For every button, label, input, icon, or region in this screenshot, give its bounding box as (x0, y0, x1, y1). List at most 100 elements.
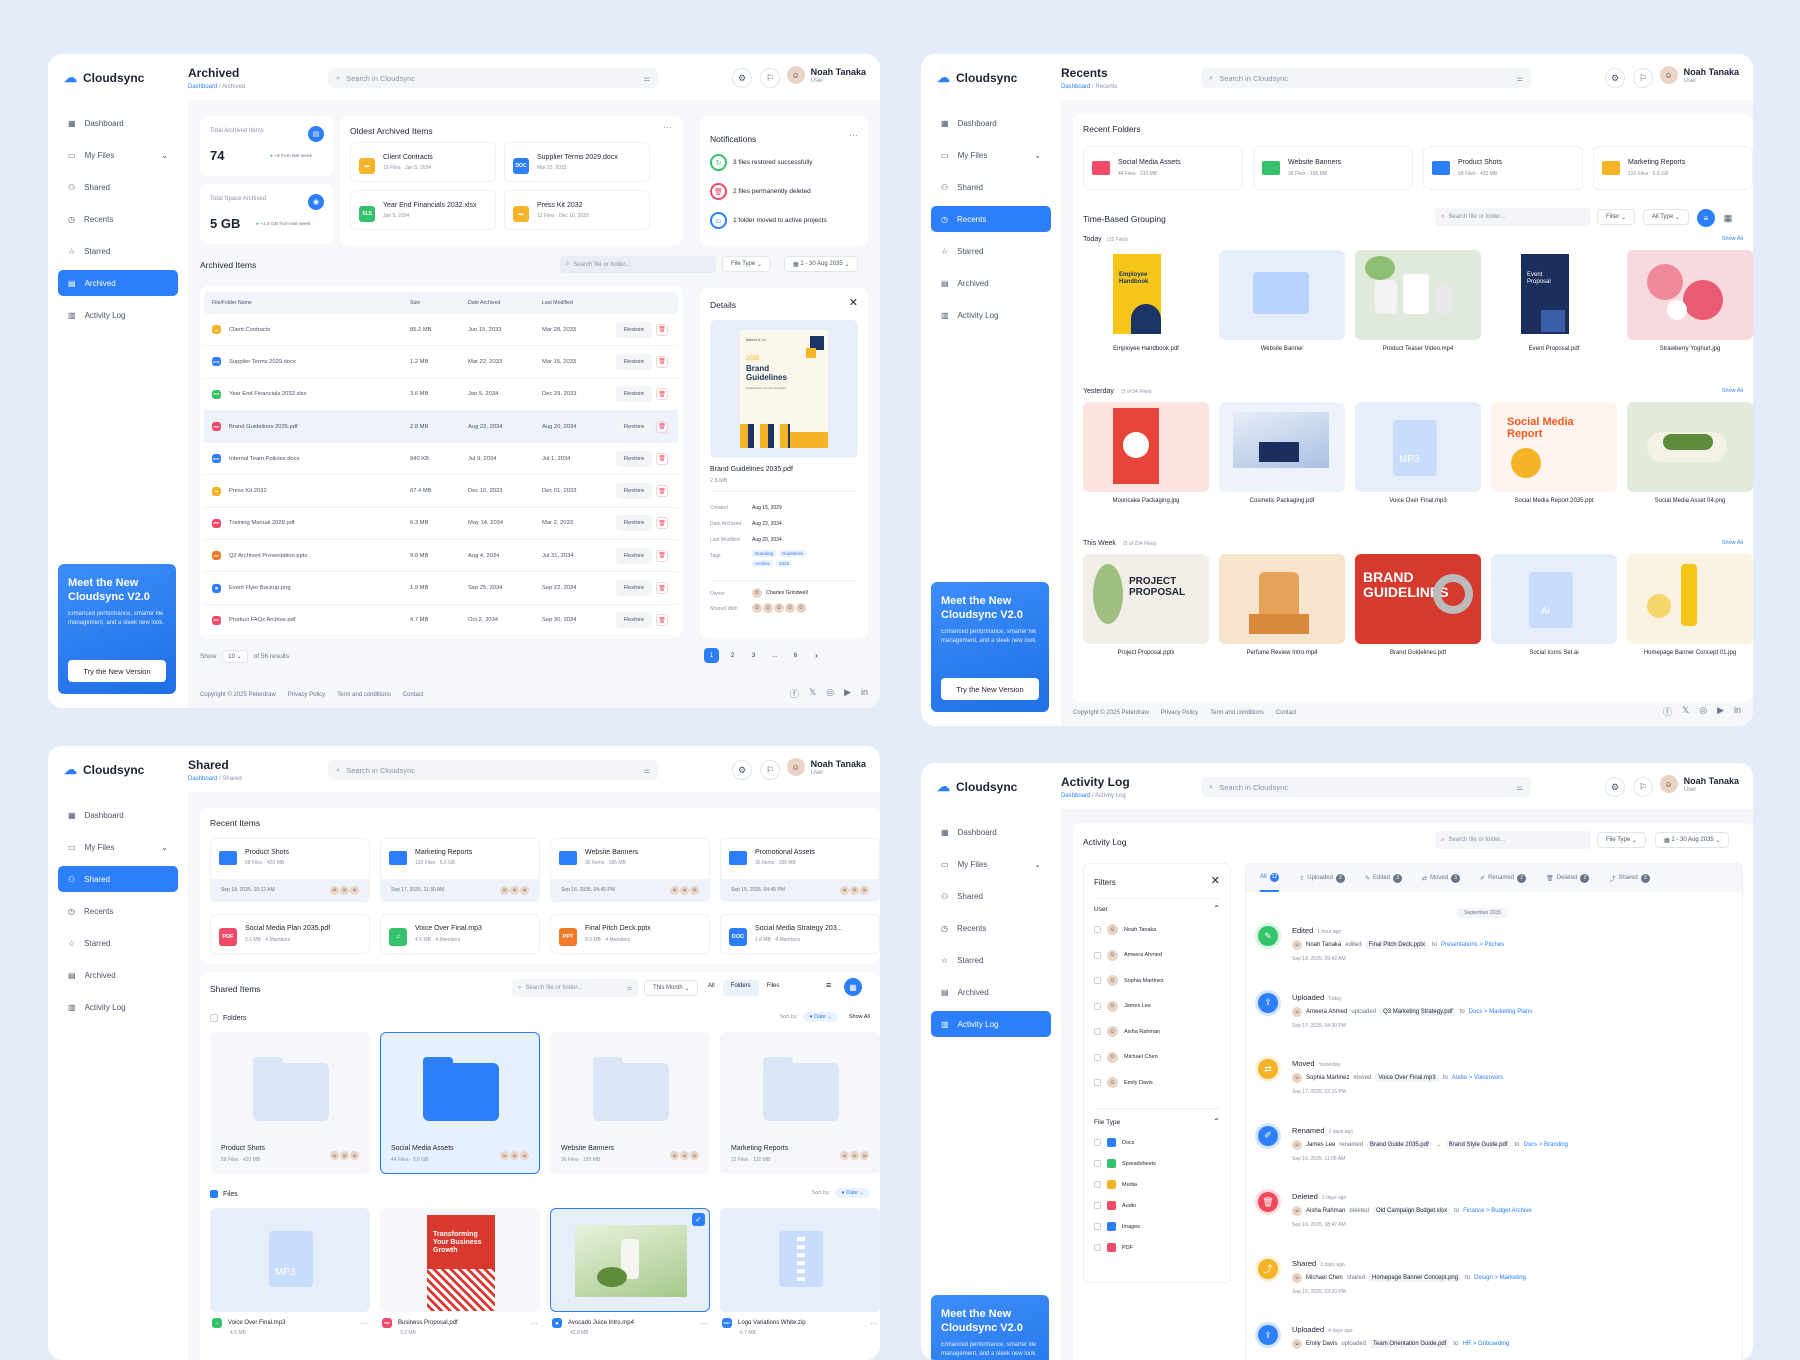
more-icon[interactable]: ··· (530, 1319, 538, 1328)
checkbox[interactable] (1094, 926, 1101, 933)
page-size-select[interactable]: 10 ⌄ (222, 650, 248, 663)
tag[interactable]: Guidelines (779, 550, 807, 557)
nav-my-files[interactable]: ▭ My Files ⌄ (931, 142, 1051, 168)
tag[interactable]: 2029 (776, 560, 793, 567)
nav-my-files[interactable]: ▭ My Files ⌄ (58, 834, 178, 860)
nav-starred[interactable]: ☆ Starred (931, 947, 1051, 973)
show-all-link[interactable]: Show All (1722, 236, 1743, 242)
sliders-icon[interactable]: ⚌ (1516, 74, 1523, 83)
user-filter-option[interactable]: ☺ James Lee (1094, 1000, 1151, 1012)
checkbox[interactable] (1094, 1053, 1101, 1061)
tab-edited[interactable]: ✎ Edited 3 (1365, 873, 1402, 883)
user-profile[interactable]: ☺ Noah Tanaka User (1659, 775, 1739, 793)
notification-item[interactable]: ▭ 1 folder moved to active projects (710, 212, 827, 229)
recent-folder-card[interactable]: Product Shots 58 Files · 420 MB Sep 18, 20… (210, 838, 370, 902)
oldest-item[interactable]: ▬ Client Contracts 19 Files · Jan 5, 2034 (350, 142, 496, 182)
filter-dropdown[interactable]: Filter ⌄ (1597, 209, 1636, 225)
x-icon[interactable]: 𝕏 (1682, 705, 1689, 718)
nav-shared[interactable]: ⚇ Shared (58, 174, 178, 200)
recent-file-card[interactable]: ♫ Voice Over Final.mp3 4.5 MB · 4 Members (380, 914, 540, 954)
table-row[interactable]: ▬ Press Kit 2032 67.4 MB Dec 10, 2033 Dec 01… (204, 475, 678, 508)
file-thumbnail[interactable] (1627, 554, 1753, 644)
linkedin-icon[interactable]: in (861, 687, 868, 700)
nav-activity-log[interactable]: ▥ Activity Log (58, 994, 178, 1020)
grid-view-icon[interactable]: ▦ (844, 978, 862, 996)
search-input[interactable]: ⌕ Search in Cloudsync ⚌ (328, 760, 658, 780)
user-filter-option[interactable]: ☺ Noah Tanaka (1094, 924, 1156, 935)
file-thumbnail[interactable] (1627, 250, 1753, 340)
log-file[interactable]: Q3 Marketing Strategy.pdf (1380, 1007, 1456, 1016)
col-size[interactable]: Size (410, 300, 468, 306)
nav-activity-log[interactable]: ▥ Activity Log (58, 302, 178, 328)
restore-button[interactable]: Restore (616, 483, 652, 500)
breadcrumb-root[interactable]: Dashboard (1061, 793, 1090, 799)
type-filter-option[interactable]: Docs (1094, 1138, 1135, 1147)
shared-file-card[interactable]: MP3 (210, 1208, 370, 1312)
file-type-dropdown[interactable]: File Type ⌄ (1597, 832, 1646, 848)
list-view-icon[interactable]: ≡ (826, 980, 831, 990)
trash-icon[interactable]: 🗑 (656, 517, 668, 530)
period-dropdown[interactable]: This Month ⌄ (644, 980, 699, 996)
file-thumbnail[interactable] (1219, 250, 1345, 340)
check-icon[interactable]: ✓ (692, 1213, 705, 1226)
close-icon[interactable]: ✕ (849, 296, 858, 309)
col-name[interactable]: File/Folder Name (204, 300, 410, 306)
chevron-up-icon[interactable]: ⌃ (1213, 1117, 1220, 1126)
notification-icon[interactable]: ⚐ (760, 68, 780, 88)
notification-item[interactable]: 🗑 2 files permanently deleted (710, 183, 811, 200)
table-row[interactable]: ▬ Client Contracts 85.2 MB Jun 15, 2033 Mar … (204, 314, 678, 347)
tag[interactable]: Archive (752, 560, 774, 567)
type-filter-option[interactable]: PDF (1094, 1243, 1133, 1252)
shared-file-card[interactable] (720, 1208, 880, 1312)
restore-button[interactable]: Restore (616, 515, 652, 532)
restore-button[interactable]: Restore (616, 580, 652, 597)
user-profile[interactable]: ☺ Noah Tanaka User (786, 758, 866, 776)
file-thumbnail[interactable]: Social Media Report (1491, 402, 1617, 492)
facebook-icon[interactable]: ⓕ (790, 687, 799, 700)
nav-starred[interactable]: ☆ Starred (58, 930, 178, 956)
search-input[interactable]: ⌕ Search in Cloudsync ⚌ (1201, 777, 1531, 797)
shared-file-card[interactable]: ✓ (550, 1208, 710, 1312)
table-row[interactable]: XLS Year End Financials 2032.xlsx 3.6 MB Ja… (204, 379, 678, 411)
log-path[interactable]: Docs > Marketing Plans (1469, 1009, 1533, 1015)
more-icon[interactable]: ··· (663, 122, 672, 132)
shared-folder-card[interactable]: Social Media Assets 44 Files · 5.6 GB ☺ ☺ ☺ (380, 1032, 540, 1174)
oldest-item[interactable]: DOC Supplier Terms 2029.docx Mar 22, 2033 (504, 142, 650, 182)
checkbox[interactable] (1094, 1028, 1101, 1035)
privacy-link[interactable]: Privacy Policy (1161, 710, 1198, 716)
instagram-icon[interactable]: ◎ (826, 687, 834, 700)
linkedin-icon[interactable]: in (1734, 705, 1741, 718)
checkbox[interactable] (1094, 1002, 1101, 1010)
recent-folder[interactable]: Website Banners 36 Files · 185 MB (1253, 146, 1413, 190)
gear-icon[interactable]: ⚙ (732, 760, 752, 780)
restore-button[interactable]: Restore (616, 321, 652, 338)
log-path[interactable]: Docs > Branding (1523, 1142, 1568, 1148)
log-entry[interactable]: ⤴ Shared 3 days ago ☺ Michael Chen shared Home… (1258, 1258, 1730, 1325)
sliders-icon[interactable]: ⚌ (643, 766, 650, 775)
breadcrumb-root[interactable]: Dashboard (1061, 84, 1090, 90)
user-profile[interactable]: ☺ Noah Tanaka User (786, 66, 866, 84)
instagram-icon[interactable]: ◎ (1699, 705, 1707, 718)
file-thumbnail[interactable] (1083, 402, 1209, 492)
page-button[interactable]: ... (767, 648, 782, 663)
table-row[interactable]: DOC Supplier Terms 2029.docx 1.2 MB Mar 22,… (204, 346, 678, 379)
restore-button[interactable]: Restore (616, 353, 652, 370)
type-filter-option[interactable]: Media (1094, 1180, 1137, 1189)
shared-file-card[interactable]: Transforming Your Business Growth (380, 1208, 540, 1312)
nav-recents[interactable]: ◷ Recents (58, 898, 178, 924)
trash-icon[interactable]: 🗑 (656, 452, 668, 465)
seg-folders[interactable]: Folders (722, 980, 759, 996)
file-thumbnail[interactable] (1355, 250, 1481, 340)
user-filter-option[interactable]: ☺ Michael Chen (1094, 1051, 1158, 1063)
youtube-icon[interactable]: ▶ (1717, 705, 1724, 718)
nav-recents[interactable]: ◷ Recents (58, 206, 178, 232)
recent-folder-card[interactable]: Promotional Assets 36 Items · 185 MB Sep 1… (720, 838, 880, 902)
more-icon[interactable]: ··· (870, 1319, 878, 1328)
file-thumbnail[interactable]: MP3 (1355, 402, 1481, 492)
trash-icon[interactable]: 🗑 (656, 485, 668, 498)
trash-icon[interactable]: 🗑 (656, 323, 668, 336)
tab-shared[interactable]: ⤴ Shared 3 (1609, 873, 1650, 883)
restore-button[interactable]: Restore (616, 547, 652, 564)
user-filter-option[interactable]: ☺ Aisha Rahman (1094, 1026, 1160, 1037)
oldest-item[interactable]: XLS Year End Financials 2032.xlsx Jan 5, 2… (350, 190, 496, 230)
